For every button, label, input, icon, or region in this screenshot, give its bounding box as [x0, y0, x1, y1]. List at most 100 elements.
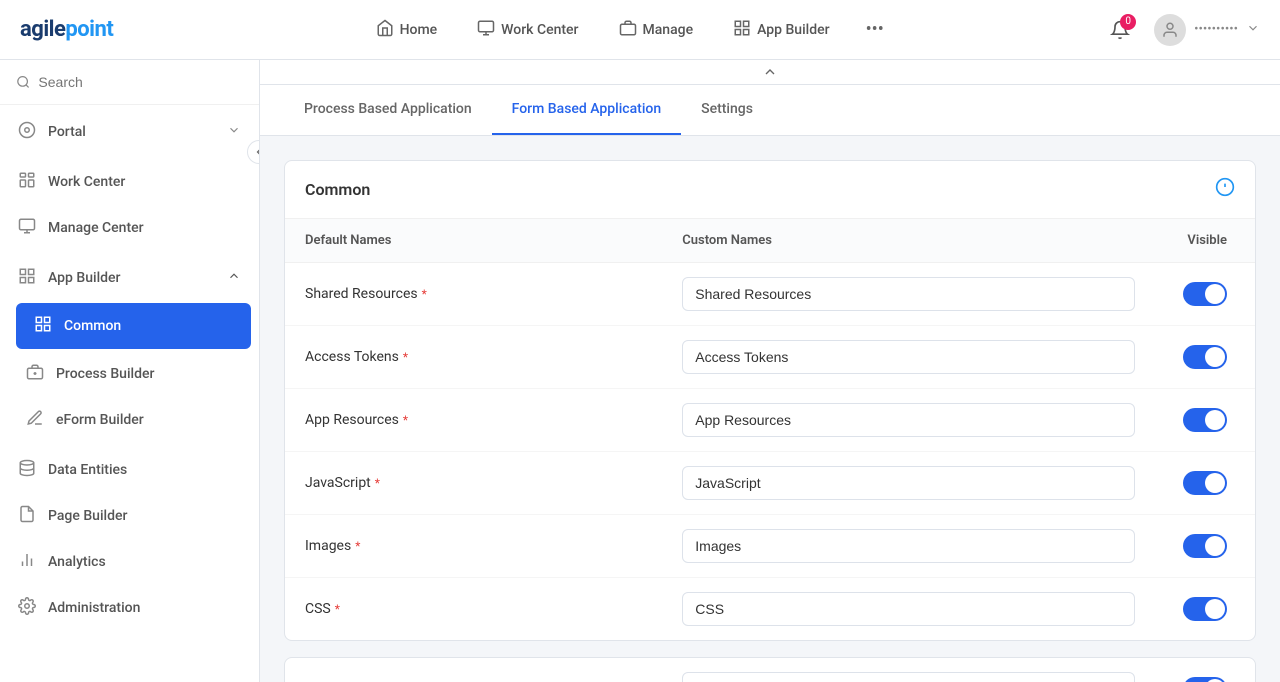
toggle-knob	[1205, 536, 1225, 556]
logo: agilepoint	[20, 17, 113, 42]
tab-settings[interactable]: Settings	[681, 85, 773, 135]
toggle-app-model-wrap	[1135, 677, 1235, 682]
portal-icon	[18, 121, 36, 143]
sidebar-item-managecenter[interactable]: Manage Center	[0, 205, 259, 251]
sidebar: Portal Work Center Manage Center	[0, 60, 260, 682]
sidebar-item-processbuilder[interactable]: Process Builder	[8, 351, 259, 397]
table-row: App Model and Resources *	[285, 658, 1255, 682]
logo-text: agilepoint	[20, 17, 113, 42]
chevron-up-icon	[762, 64, 778, 80]
input-javascript[interactable]	[682, 466, 1135, 500]
toggle-javascript[interactable]	[1183, 471, 1227, 495]
user-menu[interactable]: ••••••••••	[1154, 14, 1260, 46]
sidebar-item-eformbuilder[interactable]: eForm Builder	[8, 397, 259, 443]
content-area: Common Default Names Custom Names Visibl…	[260, 136, 1280, 682]
col-header-custom: Custom Names	[682, 233, 1135, 248]
toggle-app-resources-wrap	[1135, 408, 1235, 432]
sidebar-group-portal: Portal	[0, 109, 259, 155]
toggle-access-tokens[interactable]	[1183, 345, 1227, 369]
eformbuilder-icon	[26, 409, 44, 431]
toggle-javascript-wrap	[1135, 471, 1235, 495]
analytics-icon	[18, 551, 36, 573]
sidebar-item-workcenter[interactable]: Work Center	[0, 159, 259, 205]
home-icon	[376, 19, 394, 41]
col-header-default: Default Names	[305, 233, 682, 248]
toggle-shared-resources[interactable]	[1183, 282, 1227, 306]
required-indicator: *	[335, 602, 340, 616]
info-icon[interactable]	[1215, 177, 1235, 202]
field-css: CSS *	[305, 601, 682, 617]
card-title: Common	[305, 180, 370, 199]
table-row: Shared Resources *	[285, 263, 1255, 326]
input-shared-resources[interactable]	[682, 277, 1135, 311]
toggle-images-wrap	[1135, 534, 1235, 558]
nav-home[interactable]: Home	[360, 11, 454, 49]
appbuilder-icon	[18, 267, 36, 289]
table-row: JavaScript *	[285, 452, 1255, 515]
field-javascript: JavaScript *	[305, 475, 682, 491]
appbuilder-subitems: Common Process Builder eForm Builder	[0, 303, 259, 443]
sidebar-item-portal[interactable]: Portal	[0, 109, 259, 155]
required-indicator: *	[422, 287, 427, 301]
input-app-model[interactable]	[682, 672, 1135, 682]
tab-process-based[interactable]: Process Based Application	[284, 85, 492, 135]
toggle-css[interactable]	[1183, 597, 1227, 621]
monitor-icon	[477, 19, 495, 41]
search-box[interactable]	[0, 60, 259, 105]
administration-icon	[18, 597, 36, 619]
second-card: App Model and Resources *	[284, 657, 1256, 682]
required-indicator: *	[403, 413, 408, 427]
toggle-shared-resources-wrap	[1135, 282, 1235, 306]
input-app-resources[interactable]	[682, 403, 1135, 437]
nav-more-button[interactable]: •••	[854, 11, 896, 48]
top-collapse-button[interactable]	[260, 60, 1280, 85]
search-icon	[16, 74, 30, 90]
avatar	[1154, 14, 1186, 46]
nav-right: 0 ••••••••••	[1102, 12, 1260, 48]
sidebar-item-analytics[interactable]: Analytics	[0, 539, 259, 585]
toggle-app-model[interactable]	[1183, 677, 1227, 682]
tab-form-based[interactable]: Form Based Application	[492, 85, 681, 135]
chevron-up-icon	[227, 269, 241, 287]
nav-appbuilder[interactable]: App Builder	[717, 11, 845, 49]
sidebar-item-pagebuilder[interactable]: Page Builder	[0, 493, 259, 539]
toggle-access-tokens-wrap	[1135, 345, 1235, 369]
chevron-down-icon	[1246, 21, 1260, 39]
nav-workcenter[interactable]: Work Center	[461, 11, 594, 49]
workcenter-icon	[18, 171, 36, 193]
briefcase-icon	[619, 19, 637, 41]
sidebar-item-dataentities[interactable]: Data Entities	[0, 447, 259, 493]
grid-icon	[733, 19, 751, 41]
sidebar-item-common[interactable]: Common	[16, 303, 251, 349]
toggle-images[interactable]	[1183, 534, 1227, 558]
input-images[interactable]	[682, 529, 1135, 563]
chevron-down-icon	[227, 123, 241, 141]
nav-items: Home Work Center Manage App Builder •••	[153, 11, 1102, 49]
tabs-bar: Process Based Application Form Based App…	[260, 85, 1280, 136]
sidebar-item-administration[interactable]: Administration	[0, 585, 259, 631]
field-access-tokens: Access Tokens *	[305, 349, 682, 365]
required-indicator: *	[375, 476, 380, 490]
toggle-knob	[1205, 284, 1225, 304]
input-access-tokens[interactable]	[682, 340, 1135, 374]
notification-button[interactable]: 0	[1102, 12, 1138, 48]
notification-badge: 0	[1120, 14, 1136, 30]
top-navigation: agilepoint Home Work Center Manage App	[0, 0, 1280, 60]
pagebuilder-icon	[18, 505, 36, 527]
main-layout: Portal Work Center Manage Center	[0, 60, 1280, 682]
toggle-knob	[1205, 599, 1225, 619]
sidebar-item-appbuilder[interactable]: App Builder	[0, 255, 259, 301]
manage-icon	[18, 217, 36, 239]
toggle-knob	[1205, 473, 1225, 493]
card-header: Common	[285, 161, 1255, 219]
main-content: Process Based Application Form Based App…	[260, 60, 1280, 682]
nav-manage[interactable]: Manage	[603, 11, 710, 49]
toggle-knob	[1205, 410, 1225, 430]
input-css[interactable]	[682, 592, 1135, 626]
toggle-app-resources[interactable]	[1183, 408, 1227, 432]
dataentities-icon	[18, 459, 36, 481]
field-shared-resources: Shared Resources *	[305, 286, 682, 302]
search-input[interactable]	[38, 74, 243, 90]
processbuilder-icon	[26, 363, 44, 385]
table-header: Default Names Custom Names Visible	[285, 219, 1255, 263]
